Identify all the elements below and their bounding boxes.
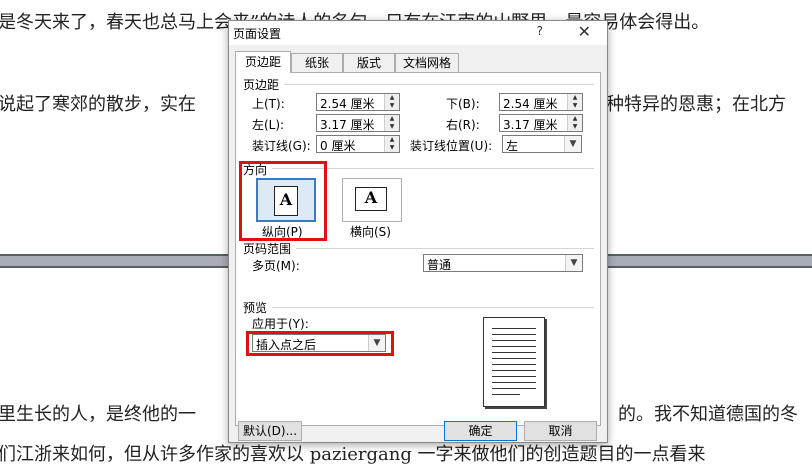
preview-text-line (492, 388, 536, 389)
spin-down-icon[interactable]: ▼ (385, 102, 399, 110)
preview-text-line (492, 346, 536, 347)
gutter-label: 装订线(G): (252, 139, 311, 153)
left-margin-label: 左(L): (252, 118, 285, 132)
preview-text-line (492, 358, 536, 359)
ok-button[interactable]: 确定 (444, 421, 517, 441)
pages-group-label: 页码范围 (243, 242, 292, 256)
gutter-position-value: 左 (506, 139, 519, 153)
portrait-option[interactable]: A (256, 178, 316, 222)
preview-text-line (492, 352, 536, 353)
preview-text-line (492, 376, 536, 377)
preview-text-line (492, 382, 536, 383)
landscape-page-icon: A (355, 187, 387, 211)
top-margin-spinner[interactable]: 2.54 厘米 ▲ ▼ (316, 93, 400, 111)
bottom-margin-spinner[interactable]: 2.54 厘米 ▲ ▼ (499, 93, 583, 111)
apply-to-label: 应用于(Y): (252, 317, 309, 331)
close-button[interactable]: ✕ (578, 22, 591, 41)
group-divider (284, 84, 594, 85)
group-divider (272, 168, 594, 169)
spin-down-icon[interactable]: ▼ (385, 123, 399, 131)
apply-to-select[interactable]: 插入点之后 ▼ (252, 334, 386, 352)
right-margin-label: 右(R): (446, 118, 480, 132)
margins-group-label: 页边距 (243, 78, 280, 92)
landscape-label[interactable]: 横向(S) (350, 223, 391, 240)
tab-document-grid[interactable]: 文档网格 (395, 53, 459, 72)
document-line: 种特异的恩惠；在北方 (606, 94, 786, 115)
chevron-down-icon: ▼ (564, 136, 581, 152)
chevron-down-icon: ▼ (368, 335, 385, 351)
help-button[interactable]: ? (537, 24, 543, 38)
bottom-margin-label: 下(B): (446, 97, 480, 111)
preview-group-label: 预览 (243, 301, 268, 315)
tab-margins[interactable]: 页边距 (235, 51, 291, 73)
spin-down-icon[interactable]: ▼ (568, 102, 582, 110)
multiple-pages-select[interactable]: 普通 ▼ (423, 254, 583, 272)
landscape-option[interactable]: A (342, 178, 402, 222)
gutter-value: 0 厘米 (320, 139, 356, 153)
group-divider (272, 307, 594, 308)
preview-text-line (492, 394, 520, 395)
cancel-button[interactable]: 取消 (524, 421, 597, 441)
preview-text-line (492, 370, 536, 371)
group-divider (296, 248, 594, 249)
multiple-pages-label: 多页(M): (252, 259, 300, 273)
spin-down-icon[interactable]: ▼ (385, 144, 399, 152)
bottom-margin-value: 2.54 厘米 (503, 97, 558, 111)
document-line: 说起了寒郊的散步，实在 (0, 94, 196, 115)
top-margin-value: 2.54 厘米 (320, 97, 375, 111)
gutter-position-select[interactable]: 左 ▼ (502, 135, 582, 153)
portrait-page-icon: A (274, 186, 298, 216)
top-margin-label: 上(T): (252, 97, 285, 111)
portrait-label[interactable]: 纵向(P) (262, 223, 303, 240)
tab-paper[interactable]: 纸张 (291, 53, 343, 72)
left-margin-value: 3.17 厘米 (320, 118, 375, 132)
set-as-default-button[interactable]: 默认(D)... (238, 421, 302, 441)
apply-to-value: 插入点之后 (256, 338, 317, 352)
left-margin-spinner[interactable]: 3.17 厘米 ▲ ▼ (316, 114, 400, 132)
chevron-down-icon: ▼ (565, 255, 582, 271)
right-margin-value: 3.17 厘米 (503, 118, 558, 132)
preview-text-line (492, 364, 536, 365)
gutter-spinner[interactable]: 0 厘米 ▲ ▼ (316, 135, 400, 153)
dialog-title: 页面设置 (233, 27, 282, 41)
preview-text-line (492, 334, 536, 335)
document-line: 里生长的人，是终他的一 (0, 404, 196, 425)
preview-text-line (492, 340, 536, 341)
dialog-titlebar[interactable]: 页面设置 ? ✕ (229, 21, 607, 45)
page-preview (483, 317, 545, 407)
document-line: 们江浙来如何，但从许多作家的喜欢以 paziergang 一字来做他们的创造题目… (0, 444, 706, 465)
gutter-position-label: 装订线位置(U): (410, 139, 493, 153)
document-line: 的。我不知道德国的冬 (618, 404, 798, 425)
right-margin-spinner[interactable]: 3.17 厘米 ▲ ▼ (499, 114, 583, 132)
orientation-group-label: 方向 (243, 163, 268, 177)
preview-text-line (492, 328, 536, 329)
tab-layout[interactable]: 版式 (343, 53, 395, 72)
multiple-pages-value: 普通 (427, 258, 452, 272)
spin-down-icon[interactable]: ▼ (568, 123, 582, 131)
